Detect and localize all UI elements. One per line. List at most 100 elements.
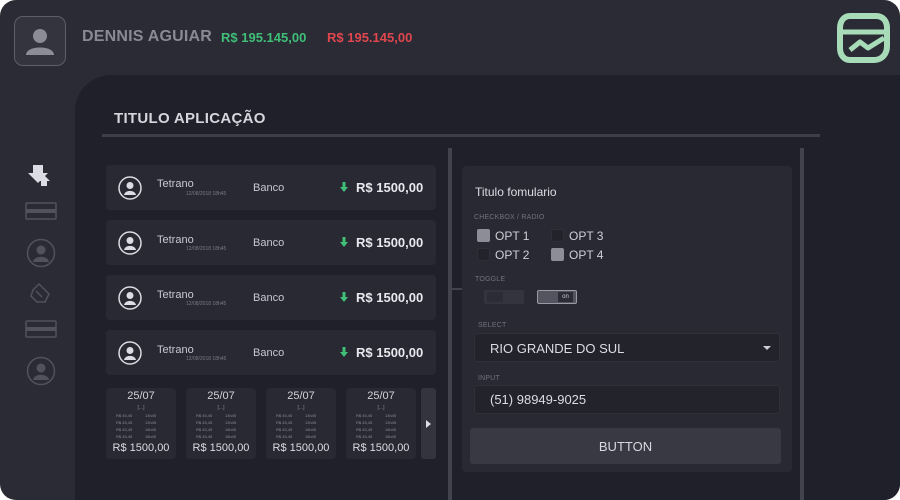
list-item-name: Tetrano [157,344,194,356]
card-icon [25,320,57,338]
download-upload-icon [28,165,50,186]
state-select-value: RIO GRANDE DO SUL [490,341,625,356]
day-card-time: 13h45 [145,420,157,425]
toggle-on[interactable]: on [537,290,577,304]
day-card-value: R$ 45,45 [196,420,213,425]
day-card-value: R$ 45,45 [356,420,373,425]
sidebar-item-download[interactable] [24,163,58,187]
form-scrollbar[interactable] [800,148,804,500]
day-card-value: R$ 45,45 [276,413,293,418]
day-card-time: 18h45 [305,427,317,432]
day-card-value: R$ 45,45 [356,427,373,432]
user-icon [118,286,142,310]
checkbox-section-label: CHECKBOX / RADIO [474,214,545,221]
checkbox-opt-4[interactable] [551,248,564,261]
day-card[interactable]: 25/07 [...] R$ 45,45 13h45 R$ 45,45 13h4… [186,388,256,459]
checkbox-opt-2-label: OPT 2 [495,248,530,262]
list-item-amount: R$ 1500,00 [356,290,424,305]
header-avatar[interactable] [14,16,66,66]
day-card-time: 13h45 [225,420,237,425]
list-item[interactable]: Tetrano 12/08/2018 18h45 Banco R$ 1500,0… [106,275,436,320]
day-card-value: R$ 45,45 [356,434,373,439]
list-item-amount: R$ 1500,00 [356,345,424,360]
day-card-time: 18h45 [225,427,237,432]
day-card-time: 13h45 [305,420,317,425]
list-item[interactable]: Tetrano 12/08/2018 18h45 Banco R$ 1500,0… [106,220,436,265]
state-select[interactable]: RIO GRANDE DO SUL [474,333,780,362]
user-icon [26,356,56,386]
title-divider [102,134,820,137]
list-scrollbar[interactable] [448,148,452,500]
day-card-total: R$ 1500,00 [352,442,410,454]
day-card-date: 25/07 [287,390,315,402]
day-card-value: R$ 45,45 [276,427,293,432]
day-card-time: 13h45 [385,413,397,418]
splitter-handle[interactable] [452,288,462,290]
sidebar-item-payments[interactable] [24,280,58,306]
day-card-total: R$ 1500,00 [272,442,330,454]
checkbox-opt-3[interactable] [551,229,564,242]
sidebar-item-cards-2[interactable] [24,320,58,338]
day-card-total: R$ 1500,00 [112,442,170,454]
day-card-ellipsis: [...] [137,405,145,411]
day-card-value: R$ 45,45 [356,413,373,418]
cards-next-button[interactable] [421,388,436,459]
day-card-value: R$ 45,45 [276,434,293,439]
form-panel [462,166,792,472]
day-card[interactable]: 25/07 [...] R$ 45,45 13h45 R$ 45,45 13h4… [346,388,416,459]
day-card-time: 13h45 [225,413,237,418]
day-card-time: 13h45 [385,420,397,425]
day-card-time: 18h45 [145,434,157,439]
checkbox-opt-1[interactable] [477,229,490,242]
day-card-time: 13h45 [305,413,317,418]
day-card-value: R$ 45,45 [116,413,133,418]
list-item-amount: R$ 1500,00 [356,235,424,250]
checkbox-opt-3-label: OPT 3 [569,229,604,243]
sidebar-item-profile[interactable] [24,238,58,268]
list-item-date: 12/08/2018 18h45 [186,191,227,197]
user-icon [26,238,56,268]
list-item-bank: Banco [253,292,285,304]
sidebar-item-profile-2[interactable] [24,356,58,386]
list-item-bank: Banco [253,237,285,249]
select-section-label: SELECT [478,322,507,329]
app-window: DENNIS AGUIAR R$ 195.145,00 R$ 195.145,0… [0,0,900,500]
balance-positive: R$ 195.145,00 [221,30,307,45]
wallet-logo-icon[interactable] [836,12,890,64]
day-card-value: R$ 45,45 [196,413,213,418]
arrow-down-icon [340,182,348,192]
day-card-date: 25/07 [367,390,395,402]
list-item-name: Tetrano [157,234,194,246]
day-card-value: R$ 45,45 [196,434,213,439]
checkbox-opt-1-label: OPT 1 [495,229,530,243]
list-item[interactable]: Tetrano 12/08/2018 18h45 Banco R$ 1500,0… [106,165,436,210]
user-icon [118,176,142,200]
arrow-down-icon [340,292,348,302]
list-item-name: Tetrano [157,289,194,301]
toggle-knob [487,292,503,302]
day-card-date: 25/07 [127,390,155,402]
toggle-off[interactable] [484,290,524,304]
balance-negative: R$ 195.145,00 [327,30,413,45]
day-card-ellipsis: [...] [217,405,225,411]
list-item-date: 12/08/2018 18h45 [186,356,227,362]
form-title: Titulo fomulario [475,185,557,199]
day-card-time: 18h45 [385,427,397,432]
sidebar-item-cards[interactable] [24,202,58,220]
list-item-bank: Banco [253,182,285,194]
input-section-label: INPUT [478,375,500,382]
submit-button[interactable]: BUTTON [470,428,781,464]
day-card-time: 13h45 [145,413,157,418]
day-card-value: R$ 45,45 [276,420,293,425]
arrow-down-icon [340,237,348,247]
phone-input[interactable] [474,385,780,414]
list-item[interactable]: Tetrano 12/08/2018 18h45 Banco R$ 1500,0… [106,330,436,375]
day-card-ellipsis: [...] [377,405,385,411]
day-card-total: R$ 1500,00 [192,442,250,454]
day-card[interactable]: 25/07 [...] R$ 45,45 13h45 R$ 45,45 13h4… [106,388,176,459]
checkbox-opt-2[interactable] [477,248,490,261]
day-card-time: 18h45 [305,434,317,439]
day-card-time: 18h45 [385,434,397,439]
toggle-on-label: on [558,292,573,302]
day-card[interactable]: 25/07 [...] R$ 45,45 13h45 R$ 45,45 13h4… [266,388,336,459]
